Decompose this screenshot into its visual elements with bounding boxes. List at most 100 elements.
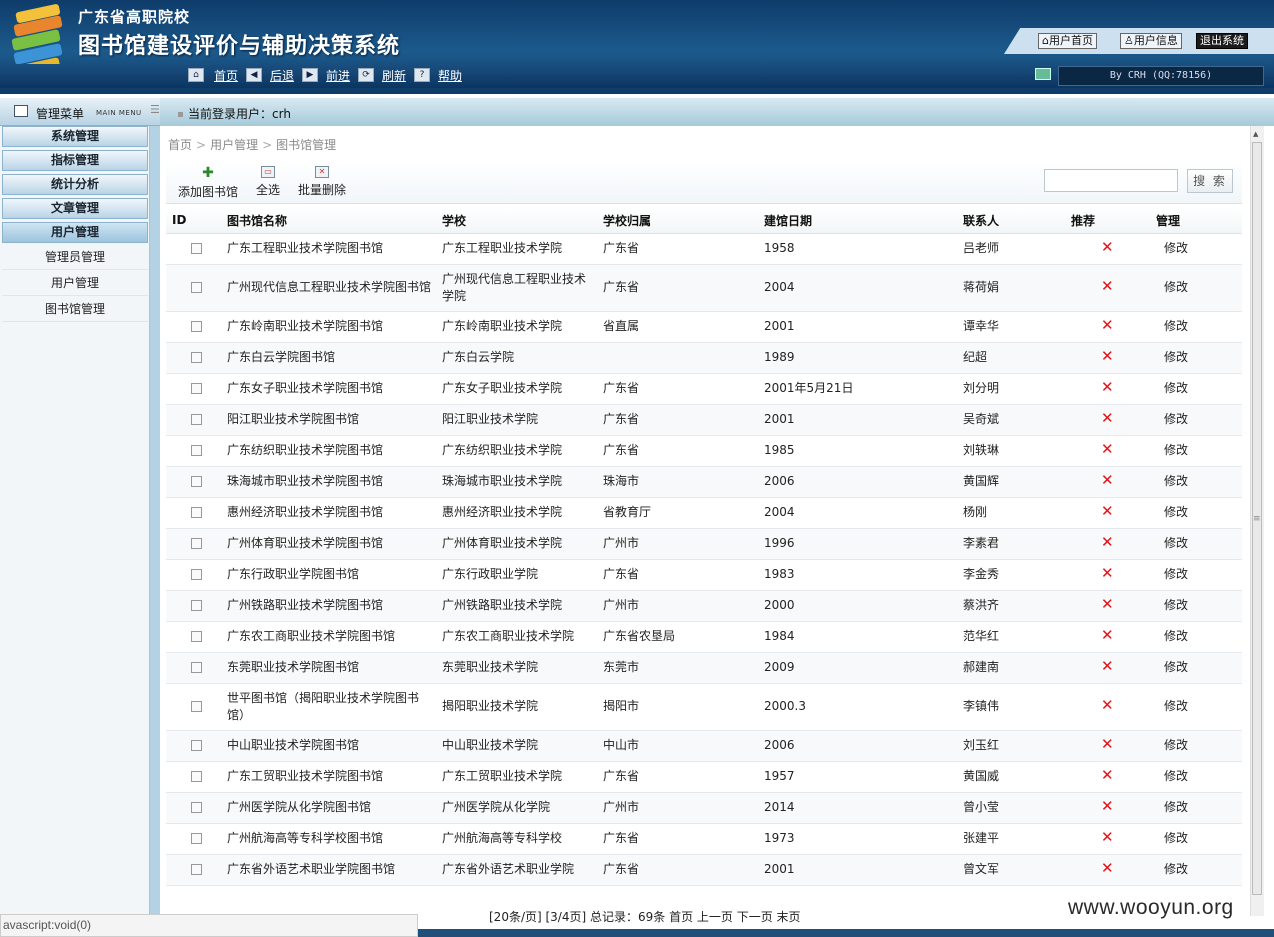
nav-home-link[interactable]: 首页 bbox=[214, 68, 238, 84]
edit-link[interactable]: 修改 bbox=[1156, 854, 1242, 886]
library-name-cell: 广东行政职业学院图书馆 bbox=[227, 559, 442, 591]
nav-forward-link[interactable]: 前进 bbox=[326, 68, 350, 84]
not-recommended-icon[interactable]: ✕ bbox=[1101, 349, 1114, 364]
not-recommended-icon[interactable]: ✕ bbox=[1101, 411, 1114, 426]
row-checkbox[interactable] bbox=[191, 864, 202, 875]
row-checkbox[interactable] bbox=[191, 507, 202, 518]
scroll-up-icon[interactable]: ▲ bbox=[1253, 130, 1258, 138]
edit-link[interactable]: 修改 bbox=[1156, 342, 1242, 374]
edit-link[interactable]: 修改 bbox=[1156, 311, 1242, 343]
not-recommended-icon[interactable]: ✕ bbox=[1101, 240, 1114, 255]
sidebar-section-system[interactable]: 系统管理 bbox=[2, 126, 148, 147]
not-recommended-icon[interactable]: ✕ bbox=[1101, 861, 1114, 876]
edit-link[interactable]: 修改 bbox=[1156, 559, 1242, 591]
edit-link[interactable]: 修改 bbox=[1156, 404, 1242, 436]
edit-link[interactable]: 修改 bbox=[1156, 373, 1242, 405]
not-recommended-icon[interactable]: ✕ bbox=[1101, 380, 1114, 395]
edit-link[interactable]: 修改 bbox=[1156, 683, 1242, 731]
menu-collapse-icon[interactable]: ☰ bbox=[150, 103, 160, 116]
edit-link[interactable]: 修改 bbox=[1156, 264, 1242, 312]
row-checkbox[interactable] bbox=[191, 476, 202, 487]
nav-back-link[interactable]: 后退 bbox=[270, 68, 294, 84]
row-checkbox[interactable] bbox=[191, 569, 202, 580]
edit-link[interactable]: 修改 bbox=[1156, 466, 1242, 498]
home-icon[interactable]: ⌂ bbox=[188, 68, 204, 82]
logout-button[interactable]: 退出系统 bbox=[1196, 33, 1248, 49]
row-checkbox[interactable] bbox=[191, 445, 202, 456]
row-checkbox[interactable] bbox=[191, 243, 202, 254]
row-checkbox[interactable] bbox=[191, 631, 202, 642]
select-all-button[interactable]: ▭ 全选 bbox=[256, 166, 280, 198]
nav-help-link[interactable]: 帮助 bbox=[438, 68, 462, 84]
edit-link[interactable]: 修改 bbox=[1156, 761, 1242, 793]
not-recommended-icon[interactable]: ✕ bbox=[1101, 628, 1114, 643]
sidebar-section-indicators[interactable]: 指标管理 bbox=[2, 150, 148, 171]
not-recommended-icon[interactable]: ✕ bbox=[1101, 737, 1114, 752]
founded-date-cell: 2009 bbox=[764, 652, 963, 684]
search-input[interactable] bbox=[1044, 169, 1178, 192]
row-checkbox[interactable] bbox=[191, 352, 202, 363]
row-checkbox[interactable] bbox=[191, 321, 202, 332]
refresh-icon[interactable]: ⟳ bbox=[358, 68, 374, 82]
row-checkbox[interactable] bbox=[191, 740, 202, 751]
row-checkbox[interactable] bbox=[191, 802, 202, 813]
row-checkbox[interactable] bbox=[191, 383, 202, 394]
back-icon[interactable]: ◀ bbox=[246, 68, 262, 82]
breadcrumb-home[interactable]: 首页 bbox=[168, 138, 192, 152]
edit-link[interactable]: 修改 bbox=[1156, 528, 1242, 560]
add-library-button[interactable]: ✚ 添加图书馆 bbox=[178, 166, 238, 200]
not-recommended-icon[interactable]: ✕ bbox=[1101, 535, 1114, 550]
edit-link[interactable]: 修改 bbox=[1156, 823, 1242, 855]
breadcrumb-users[interactable]: 用户管理 bbox=[210, 138, 258, 152]
row-checkbox[interactable] bbox=[191, 833, 202, 844]
school-cell: 广东农工商职业技术学院 bbox=[442, 621, 603, 653]
edit-link[interactable]: 修改 bbox=[1156, 435, 1242, 467]
forward-icon[interactable]: ▶ bbox=[302, 68, 318, 82]
row-checkbox[interactable] bbox=[191, 600, 202, 611]
edit-link[interactable]: 修改 bbox=[1156, 792, 1242, 824]
not-recommended-icon[interactable]: ✕ bbox=[1101, 473, 1114, 488]
school-cell: 广东纺织职业技术学院 bbox=[442, 435, 603, 467]
not-recommended-icon[interactable]: ✕ bbox=[1101, 597, 1114, 612]
not-recommended-icon[interactable]: ✕ bbox=[1101, 504, 1114, 519]
sidebar-item-admins[interactable]: 管理员管理 bbox=[2, 245, 148, 270]
edit-link[interactable]: 修改 bbox=[1156, 652, 1242, 684]
not-recommended-icon[interactable]: ✕ bbox=[1101, 799, 1114, 814]
nav-refresh-link[interactable]: 刷新 bbox=[382, 68, 406, 84]
not-recommended-icon[interactable]: ✕ bbox=[1101, 768, 1114, 783]
not-recommended-icon[interactable]: ✕ bbox=[1101, 698, 1114, 713]
edit-link[interactable]: 修改 bbox=[1156, 590, 1242, 622]
school-cell: 广州医学院从化学院 bbox=[442, 792, 603, 824]
search-button[interactable]: 搜 索 bbox=[1187, 169, 1233, 193]
not-recommended-icon[interactable]: ✕ bbox=[1101, 279, 1114, 294]
edit-link[interactable]: 修改 bbox=[1156, 497, 1242, 529]
edit-link[interactable]: 修改 bbox=[1156, 233, 1242, 265]
user-info-button[interactable]: ♙用户信息 bbox=[1120, 33, 1182, 49]
not-recommended-icon[interactable]: ✕ bbox=[1101, 659, 1114, 674]
sidebar-section-statistics[interactable]: 统计分析 bbox=[2, 174, 148, 195]
user-home-button[interactable]: ⌂用户首页 bbox=[1038, 33, 1097, 49]
batch-delete-button[interactable]: ✕ 批量删除 bbox=[298, 166, 346, 198]
row-checkbox[interactable] bbox=[191, 662, 202, 673]
row-checkbox[interactable] bbox=[191, 771, 202, 782]
not-recommended-icon[interactable]: ✕ bbox=[1101, 566, 1114, 581]
not-recommended-icon[interactable]: ✕ bbox=[1101, 318, 1114, 333]
table-row: 广东纺织职业技术学院图书馆 广东纺织职业技术学院 广东省 1985 刘轶琳 ✕ 修改 bbox=[166, 435, 1242, 467]
sidebar-item-users[interactable]: 用户管理 bbox=[2, 271, 148, 296]
affiliation-cell: 广东省 bbox=[603, 435, 764, 467]
not-recommended-icon[interactable]: ✕ bbox=[1101, 830, 1114, 845]
edit-link[interactable]: 修改 bbox=[1156, 621, 1242, 653]
row-select-cell bbox=[166, 823, 227, 855]
not-recommended-icon[interactable]: ✕ bbox=[1101, 442, 1114, 457]
row-checkbox[interactable] bbox=[191, 282, 202, 293]
sidebar-section-users[interactable]: 用户管理 bbox=[2, 222, 148, 243]
help-icon[interactable]: ? bbox=[414, 68, 430, 82]
row-checkbox[interactable] bbox=[191, 414, 202, 425]
sidebar-item-libraries[interactable]: 图书馆管理 bbox=[2, 297, 148, 322]
row-checkbox[interactable] bbox=[191, 701, 202, 712]
edit-link[interactable]: 修改 bbox=[1156, 730, 1242, 762]
recommend-cell: ✕ bbox=[1071, 854, 1156, 886]
sidebar-section-articles[interactable]: 文章管理 bbox=[2, 198, 148, 219]
row-checkbox[interactable] bbox=[191, 538, 202, 549]
pagination[interactable]: [20条/页] [3/4页] 总记录：69条 首页 上一页 下一页 末页 bbox=[489, 908, 801, 925]
